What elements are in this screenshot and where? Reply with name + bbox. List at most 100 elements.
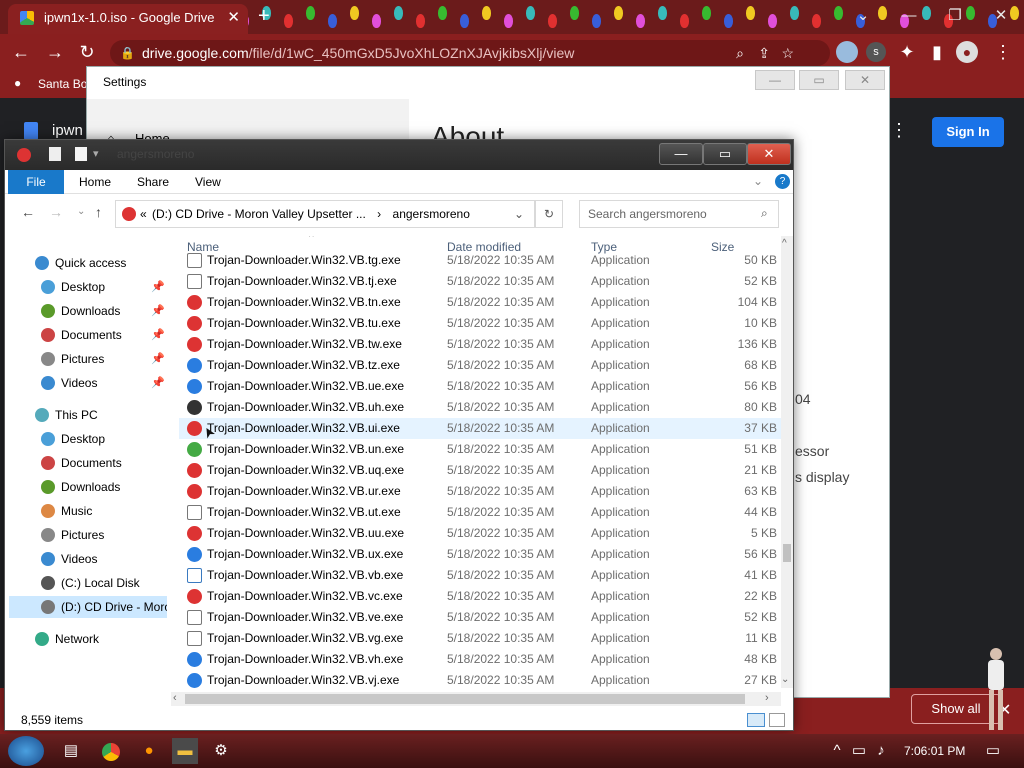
help-icon[interactable]: ? xyxy=(775,174,790,189)
table-row[interactable]: Trojan-Downloader.Win32.VB.tj.exe 5/18/20… xyxy=(179,271,781,292)
nav-item[interactable]: Videos xyxy=(41,548,167,570)
ribbon-tab-view[interactable]: View xyxy=(183,170,233,194)
bookmark-star-icon[interactable]: ☆ xyxy=(781,40,794,66)
sign-in-button[interactable]: Sign In xyxy=(932,117,1004,147)
profile-avatar-icon[interactable]: ● xyxy=(956,41,978,63)
address-path[interactable]: « (D:) CD Drive - Moron Valley Upsetter … xyxy=(115,200,535,228)
nav-forward-icon[interactable]: → xyxy=(49,204,63,220)
table-row[interactable]: Trojan-Downloader.Win32.VB.vg.exe 5/18/20… xyxy=(179,628,781,649)
forward-icon[interactable]: → xyxy=(42,38,68,66)
nav-item[interactable]: Desktop xyxy=(41,428,167,450)
details-view-icon[interactable] xyxy=(747,713,765,727)
settings-close-button[interactable]: ✕ xyxy=(845,70,885,90)
ribbon-tab-file[interactable]: File xyxy=(8,170,64,194)
table-row[interactable]: Trojan-Downloader.Win32.VB.vj.exe 5/18/20… xyxy=(179,670,781,691)
explorer-close-button[interactable]: ✕ xyxy=(747,143,791,165)
qat-dropdown-icon[interactable]: ▾ xyxy=(93,147,99,160)
nav-item[interactable]: Quick access xyxy=(35,252,167,274)
task-view-icon[interactable]: ▤ xyxy=(58,738,84,764)
zoom-icon[interactable]: ⌕ xyxy=(736,40,744,66)
search-icon[interactable]: ⌕ xyxy=(761,206,768,221)
ribbon-tab-share[interactable]: Share xyxy=(125,170,181,194)
chrome-taskbar-icon[interactable] xyxy=(102,743,120,761)
table-row[interactable]: Trojan-Downloader.Win32.VB.vb.exe 5/18/20… xyxy=(179,565,781,586)
nav-item[interactable]: Documents xyxy=(41,324,167,346)
table-row[interactable]: Trojan-Downloader.Win32.VB.tz.exe 5/18/20… xyxy=(179,355,781,376)
extension-s-icon[interactable]: s xyxy=(866,42,886,62)
nav-item[interactable]: Music xyxy=(41,500,167,522)
nav-item[interactable]: Downloads xyxy=(41,476,167,498)
vertical-scroll-thumb[interactable] xyxy=(783,544,791,562)
table-row[interactable]: Trojan-Downloader.Win32.VB.uq.exe 5/18/20… xyxy=(179,460,781,481)
table-row[interactable]: Trojan-Downloader.Win32.VB.vc.exe 5/18/20… xyxy=(179,586,781,607)
recent-locations-icon[interactable]: ⌄ xyxy=(77,206,85,217)
nav-item[interactable]: This PC xyxy=(35,404,167,426)
path-segment-current[interactable]: angersmoreno xyxy=(393,207,470,221)
nav-item[interactable]: (D:) CD Drive - Moro xyxy=(9,596,167,618)
start-orb-icon[interactable] xyxy=(8,736,44,766)
table-row[interactable]: Trojan-Downloader.Win32.VB.ve.exe 5/18/20… xyxy=(179,607,781,628)
table-row[interactable]: Trojan-Downloader.Win32.VB.tw.exe 5/18/20… xyxy=(179,334,781,355)
nav-item[interactable]: Desktop xyxy=(41,276,167,298)
restore-icon[interactable]: ❐ xyxy=(932,0,978,32)
menu-kebab-icon[interactable]: ⋮ xyxy=(990,38,1016,66)
path-separator-icon[interactable]: › xyxy=(377,207,381,221)
nav-back-icon[interactable]: ← xyxy=(21,204,35,220)
explorer-minimize-button[interactable]: — xyxy=(659,143,703,165)
search-input[interactable]: Search angersmoreno xyxy=(579,200,779,228)
nav-item[interactable]: Pictures xyxy=(41,524,167,546)
bookmark-item[interactable]: Santa Bo xyxy=(38,77,87,91)
extensions-puzzle-icon[interactable]: ✦ xyxy=(894,38,920,66)
tab-search-icon[interactable]: ⌄ xyxy=(840,0,886,32)
nav-item[interactable]: Network xyxy=(35,628,167,650)
table-row[interactable]: Trojan-Downloader.Win32.VB.ut.exe 5/18/20… xyxy=(179,502,781,523)
path-segment-drive[interactable]: (D:) CD Drive - Moron Valley Upsetter ..… xyxy=(152,207,366,221)
reload-icon[interactable]: ↻ xyxy=(74,38,100,66)
drive-more-icon[interactable]: ⋮ xyxy=(890,120,908,141)
scroll-up-icon[interactable]: ^ xyxy=(782,238,787,249)
close-tab-icon[interactable]: ✕ xyxy=(227,4,240,32)
browser-tab[interactable]: ipwn1x-1.0.iso - Google Drive ✕ xyxy=(8,4,248,34)
file-explorer-taskbar-icon[interactable]: ▬ xyxy=(172,738,198,764)
minimize-icon[interactable]: — xyxy=(886,0,932,32)
table-row[interactable]: Trojan-Downloader.Win32.VB.ui.exe 5/18/20… xyxy=(179,418,781,439)
url-input[interactable]: 🔒 drive.google.com/file/d/1wC_450mGxD5Jv… xyxy=(110,40,830,66)
firefox-taskbar-icon[interactable]: ● xyxy=(136,738,162,764)
volume-tray-icon[interactable]: ♪ xyxy=(868,738,894,764)
settings-maximize-button[interactable]: ▭ xyxy=(799,70,839,90)
table-row[interactable]: Trojan-Downloader.Win32.VB.vh.exe 5/18/20… xyxy=(179,649,781,670)
ribbon-tab-home[interactable]: Home xyxy=(67,170,123,194)
table-row[interactable]: Trojan-Downloader.Win32.VB.tu.exe 5/18/20… xyxy=(179,313,781,334)
table-row[interactable]: Trojan-Downloader.Win32.VB.uu.exe 5/18/20… xyxy=(179,523,781,544)
profile-flag-icon[interactable] xyxy=(836,41,858,63)
new-tab-icon[interactable]: + xyxy=(258,4,270,28)
properties-qat-icon[interactable] xyxy=(49,147,61,161)
path-overflow-icon[interactable]: « xyxy=(140,201,147,227)
nav-item[interactable]: Pictures xyxy=(41,348,167,370)
settings-gear-taskbar-icon[interactable]: ⚙ xyxy=(208,738,234,764)
settings-minimize-button[interactable]: — xyxy=(755,70,795,90)
nav-item[interactable]: Documents xyxy=(41,452,167,474)
table-row[interactable]: Trojan-Downloader.Win32.VB.tg.exe 5/18/20… xyxy=(179,250,781,271)
explorer-maximize-button[interactable]: ▭ xyxy=(703,143,747,165)
nav-item[interactable]: Downloads xyxy=(41,300,167,322)
nav-item[interactable]: (C:) Local Disk xyxy=(41,572,167,594)
scroll-left-icon[interactable]: ‹ xyxy=(173,692,177,704)
table-row[interactable]: Trojan-Downloader.Win32.VB.un.exe 5/18/20… xyxy=(179,439,781,460)
refresh-icon[interactable]: ↻ xyxy=(535,200,563,228)
nav-item[interactable]: Videos xyxy=(41,372,167,394)
large-icons-view-icon[interactable] xyxy=(769,713,785,727)
close-window-icon[interactable]: ✕ xyxy=(978,0,1024,32)
back-icon[interactable]: ← xyxy=(8,38,34,66)
clock[interactable]: 7:06:01 PM xyxy=(904,736,965,766)
scroll-down-icon[interactable]: ⌄ xyxy=(781,674,789,685)
explorer-title-bar[interactable]: ▾ angersmoreno — ▭ ✕ xyxy=(5,140,793,170)
vertical-scrollbar[interactable] xyxy=(781,236,793,688)
scroll-right-icon[interactable]: › xyxy=(765,692,769,704)
table-row[interactable]: Trojan-Downloader.Win32.VB.ur.exe 5/18/20… xyxy=(179,481,781,502)
horizontal-scroll-thumb[interactable] xyxy=(185,694,745,704)
action-center-icon[interactable]: ▭ xyxy=(980,738,1006,764)
new-folder-qat-icon[interactable] xyxy=(75,147,87,161)
table-row[interactable]: Trojan-Downloader.Win32.VB.uh.exe 5/18/20… xyxy=(179,397,781,418)
side-panel-icon[interactable]: ▮ xyxy=(924,38,950,66)
